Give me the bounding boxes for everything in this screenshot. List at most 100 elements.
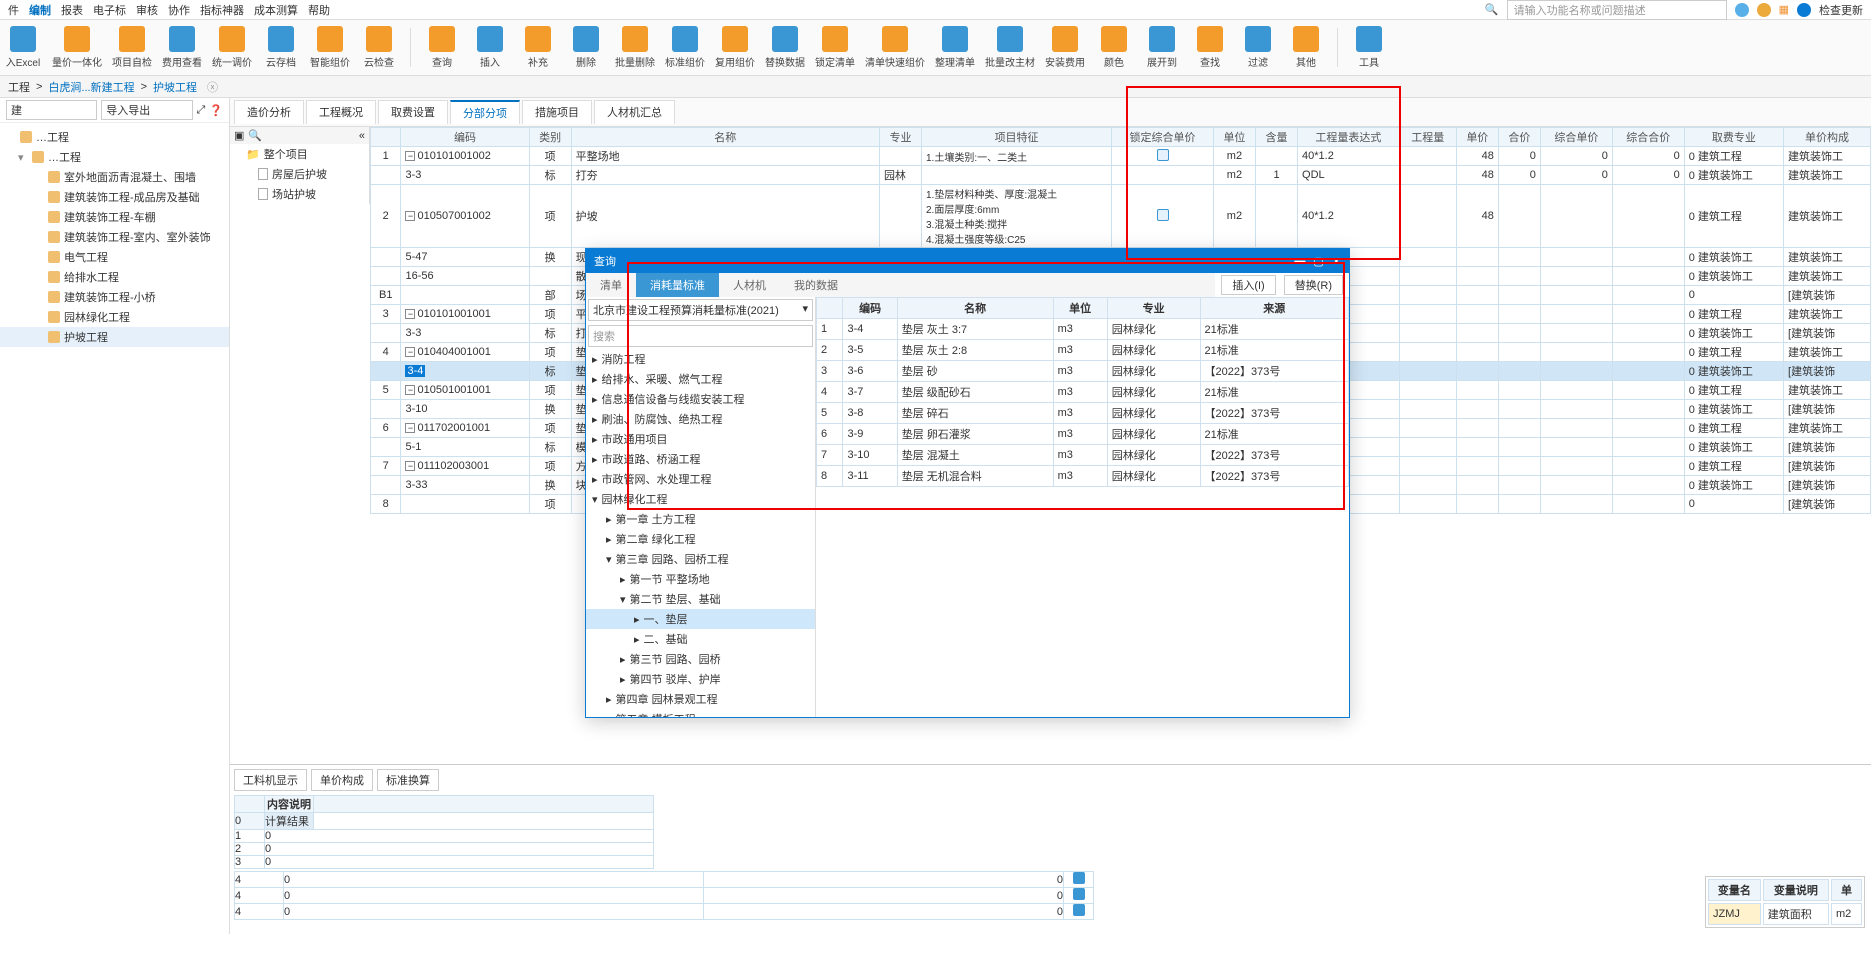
ribbon-item[interactable]: 量价一体化 <box>52 26 102 69</box>
subproj-root[interactable]: 整个项目 <box>264 146 308 162</box>
close-icon[interactable]: ⓧ <box>207 79 218 95</box>
ribbon-item[interactable]: 批量改主材 <box>985 26 1035 69</box>
tree-node[interactable]: 给排水工程 <box>0 267 229 287</box>
main-tab[interactable]: 分部分项 <box>450 100 520 124</box>
io-select[interactable]: 导入导出 <box>101 100 192 120</box>
category-node[interactable]: ▸ 第一章 土方工程 <box>586 509 815 529</box>
category-node[interactable]: ▾ 园林绿化工程 <box>586 489 815 509</box>
category-node[interactable]: ▸ 刷油、防腐蚀、绝热工程 <box>586 409 815 429</box>
tree-node[interactable]: 建筑装饰工程-车棚 <box>0 207 229 227</box>
main-tab[interactable]: 措施项目 <box>522 100 592 124</box>
category-node[interactable]: ▸ 二、基础 <box>586 629 815 649</box>
insert-button[interactable]: 插入(I) <box>1221 275 1275 295</box>
maximize-icon[interactable]: ▢ <box>1313 255 1323 268</box>
help-icon[interactable] <box>1757 3 1771 17</box>
bottom-tab[interactable]: 标准换算 <box>377 769 439 791</box>
ribbon-item[interactable]: 替换数据 <box>765 26 805 69</box>
build-select[interactable]: 建 <box>6 100 97 120</box>
menu-item[interactable]: 审核 <box>136 2 158 18</box>
tree-node[interactable]: 建筑装饰工程-成品房及基础 <box>0 187 229 207</box>
ribbon-item[interactable]: 锁定清单 <box>815 26 855 69</box>
menu-item[interactable]: 指标神器 <box>200 2 244 18</box>
dialog-title-bar[interactable]: 查询 ▬▢✕ <box>586 249 1349 273</box>
tree-node[interactable]: 护坡工程 <box>0 327 229 347</box>
category-node[interactable]: ▸ 第四章 园林景观工程 <box>586 689 815 709</box>
tree-node[interactable]: …工程 <box>0 127 229 147</box>
ribbon-item[interactable]: 插入 <box>471 26 509 69</box>
expand-icon[interactable]: ⤢ <box>197 104 206 117</box>
dialog-tab[interactable]: 消耗量标准 <box>636 273 719 297</box>
tree-node[interactable]: 建筑装饰工程-小桥 <box>0 287 229 307</box>
ribbon-item[interactable]: 智能组价 <box>310 26 350 69</box>
ribbon-item[interactable]: 批量删除 <box>615 26 655 69</box>
result-row[interactable]: 73-10垫层 混凝土m3园林绿化【2022】373号 <box>817 445 1349 466</box>
grid-row[interactable]: 3-3标打夯园林m21QDL480000 建筑装饰工建筑装饰工 <box>371 166 1871 185</box>
bottom-tab[interactable]: 工料机显示 <box>234 769 307 791</box>
result-row[interactable]: 53-8垫层 碎石m3园林绿化【2022】373号 <box>817 403 1349 424</box>
ribbon-item[interactable]: 展开到 <box>1143 26 1181 69</box>
dialog-tab[interactable]: 清单 <box>586 273 636 297</box>
dialog-tab[interactable]: 我的数据 <box>780 273 852 297</box>
ribbon-item[interactable]: 项目自检 <box>112 26 152 69</box>
help-icon[interactable]: ❓ <box>209 104 223 117</box>
ribbon-item[interactable]: 云存档 <box>262 26 300 69</box>
category-node[interactable]: ▾ 第二节 垫层、基础 <box>586 589 815 609</box>
user-icon[interactable] <box>1735 3 1749 17</box>
ribbon-item[interactable]: 删除 <box>567 26 605 69</box>
dialog-tab[interactable]: 人材机 <box>719 273 780 297</box>
category-node[interactable]: ▸ 一、垫层 <box>586 609 815 629</box>
menu-item[interactable]: 协作 <box>168 2 190 18</box>
checkbox[interactable] <box>1073 888 1085 900</box>
refresh-icon[interactable] <box>1797 3 1811 17</box>
result-row[interactable]: 43-7垫层 级配砂石m3园林绿化21标准 <box>817 382 1349 403</box>
subproj-item[interactable]: 场站护坡 <box>272 186 316 202</box>
minimize-icon[interactable]: ▬ <box>1294 255 1305 268</box>
dialog-search[interactable]: 搜索 <box>588 325 813 347</box>
ribbon-item[interactable]: 入Excel <box>4 26 42 69</box>
tree-node[interactable]: 电气工程 <box>0 247 229 267</box>
menu-item[interactable]: 件 <box>8 2 19 18</box>
tree-node[interactable]: 室外地面沥青混凝土、围墙 <box>0 167 229 187</box>
checkbox[interactable] <box>1073 872 1085 884</box>
search-input[interactable]: 请输入功能名称或问题描述 <box>1507 0 1727 20</box>
ribbon-item[interactable]: 统一调价 <box>212 26 252 69</box>
result-row[interactable]: 63-9垫层 卵石灌浆m3园林绿化21标准 <box>817 424 1349 445</box>
main-tab[interactable]: 取费设置 <box>378 100 448 124</box>
bottom-tab[interactable]: 单价构成 <box>311 769 373 791</box>
category-node[interactable]: ▸ 第三节 园路、园桥 <box>586 649 815 669</box>
breadcrumb-item[interactable]: 护坡工程 <box>153 79 197 95</box>
tree-node[interactable]: ▾…工程 <box>0 147 229 167</box>
tree-node[interactable]: 园林绿化工程 <box>0 307 229 327</box>
category-node[interactable]: ▸ 第五章 模板工程 <box>586 709 815 717</box>
ribbon-item[interactable]: 颜色 <box>1095 26 1133 69</box>
category-node[interactable]: ▸ 消防工程 <box>586 349 815 369</box>
main-tab[interactable]: 造价分析 <box>234 100 304 124</box>
tree-node[interactable]: 建筑装饰工程-室内、室外装饰 <box>0 227 229 247</box>
grid-row[interactable]: 2−010507001002项护坡1.垫层材料种类、厚度:混凝土 2.面层厚度:… <box>371 185 1871 248</box>
ribbon-item[interactable]: 查询 <box>423 26 461 69</box>
result-row[interactable]: 23-5垫层 灰土 2:8m3园林绿化21标准 <box>817 340 1349 361</box>
category-node[interactable]: ▸ 第二章 绿化工程 <box>586 529 815 549</box>
grid-row[interactable]: 1−010101001002项平整场地1.土壤类别:一、二类土m240*1.24… <box>371 147 1871 166</box>
menu-item[interactable]: 编制 <box>29 2 51 18</box>
ribbon-item[interactable]: 云检查 <box>360 26 398 69</box>
main-tab[interactable]: 人材机汇总 <box>594 100 675 124</box>
ribbon-item[interactable]: 费用查看 <box>162 26 202 69</box>
checkbox[interactable] <box>1073 904 1085 916</box>
menu-item[interactable]: 电子标 <box>93 2 126 18</box>
category-node[interactable]: ▸ 第一节 平整场地 <box>586 569 815 589</box>
result-row[interactable]: 83-11垫层 无机混合料m3园林绿化【2022】373号 <box>817 466 1349 487</box>
category-node[interactable]: ▸ 市政道路、桥涵工程 <box>586 449 815 469</box>
replace-button[interactable]: 替换(R) <box>1284 275 1343 295</box>
menu-item[interactable]: 报表 <box>61 2 83 18</box>
category-node[interactable]: ▸ 第四节 驳岸、护岸 <box>586 669 815 689</box>
category-node[interactable]: ▸ 给排水、采暖、燃气工程 <box>586 369 815 389</box>
result-row[interactable]: 13-4垫层 灰土 3:7m3园林绿化21标准 <box>817 319 1349 340</box>
ribbon-item[interactable]: 安装费用 <box>1045 26 1085 69</box>
expand-icon[interactable]: ▣ <box>234 129 244 142</box>
ribbon-item[interactable]: 补充 <box>519 26 557 69</box>
ribbon-item[interactable]: 过滤 <box>1239 26 1277 69</box>
subproj-item[interactable]: 房屋后护坡 <box>272 166 327 182</box>
collapse-icon[interactable]: « <box>359 130 365 142</box>
menu-item[interactable]: 帮助 <box>308 2 330 18</box>
